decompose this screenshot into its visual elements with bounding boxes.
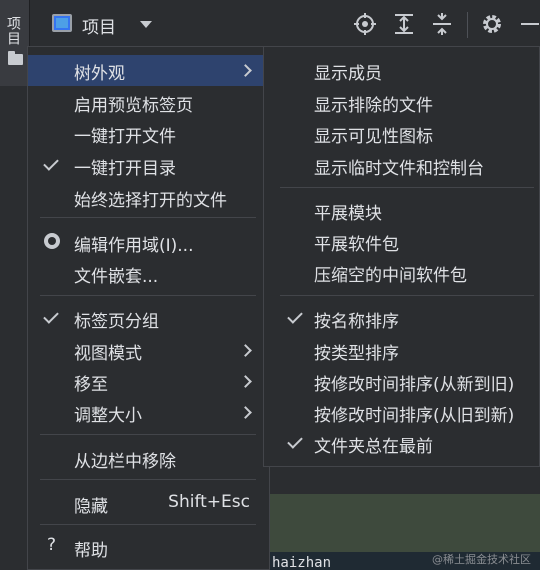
- checkmark-icon: [287, 433, 303, 449]
- submenu-item-show-members[interactable]: 显示成员: [264, 55, 539, 86]
- project-view-title[interactable]: 项目: [82, 13, 116, 38]
- tree-appearance-submenu: 显示成员 显示排除的文件 显示可见性图标 显示临时文件和控制台 平展模块 平展软…: [263, 46, 540, 467]
- chevron-right-icon: [239, 406, 252, 419]
- submenu-item-show-excluded-files[interactable]: 显示排除的文件: [264, 87, 539, 118]
- menu-item-tree-appearance[interactable]: 树外观: [28, 55, 264, 86]
- submenu-item-label: 按类型排序: [314, 344, 399, 364]
- menu-item-label: 始终选择打开的文件: [74, 191, 227, 211]
- help-icon: ?: [47, 535, 57, 555]
- project-tool-tab[interactable]: 项目: [0, 0, 29, 86]
- project-window-icon: [52, 14, 72, 32]
- project-options-menu: 树外观 启用预览标签页 一键打开文件 一键打开目录 始终选择打开的文件 编辑作用…: [27, 46, 270, 570]
- menu-separator: [40, 434, 256, 435]
- project-tool-tab-label: 项目: [5, 16, 21, 46]
- menu-separator: [280, 295, 534, 296]
- submenu-item-label: 平展模块: [314, 204, 382, 224]
- menu-separator: [40, 217, 256, 218]
- menu-item-enable-preview-tab[interactable]: 启用预览标签页: [28, 87, 264, 118]
- menu-item-label: 编辑作用域(I)...: [74, 236, 194, 256]
- shortcut-label: Shift+Esc: [168, 492, 250, 512]
- submenu-item-label: 文件夹总在最前: [314, 437, 433, 457]
- chevron-right-icon: [239, 64, 252, 77]
- submenu-item-flatten-packages[interactable]: 平展软件包: [264, 226, 539, 257]
- submenu-item-label: 显示临时文件和控制台: [314, 159, 484, 179]
- menu-item-label: 标签页分组: [74, 312, 159, 332]
- watermark: @稀土掘金技术社区: [432, 553, 531, 566]
- menu-item-resize[interactable]: 调整大小: [28, 397, 264, 428]
- menu-item-always-select-opened-file[interactable]: 始终选择打开的文件: [28, 182, 264, 213]
- chevron-right-icon: [239, 344, 252, 357]
- menu-separator: [40, 479, 256, 480]
- expand-all-icon[interactable]: [392, 12, 416, 36]
- menu-separator: [40, 524, 256, 525]
- project-toolbar: 项目: [30, 0, 540, 50]
- menu-item-view-mode[interactable]: 视图模式: [28, 335, 264, 366]
- menu-item-edit-scopes[interactable]: 编辑作用域(I)...: [28, 227, 264, 258]
- menu-item-label: 视图模式: [74, 344, 142, 364]
- submenu-item-folders-always-on-top[interactable]: 文件夹总在最前: [264, 428, 539, 459]
- checkmark-icon: [287, 308, 303, 324]
- submenu-item-label: 平展软件包: [314, 235, 399, 255]
- menu-item-label: 隐藏: [74, 497, 108, 517]
- editor-highlight-region: [270, 494, 540, 552]
- menu-item-label: 从边栏中移除: [74, 452, 176, 472]
- submenu-item-label: 显示可见性图标: [314, 127, 433, 147]
- submenu-item-sort-by-modified-oldest[interactable]: 按修改时间排序(从旧到新): [264, 397, 539, 428]
- tool-window-stripe: 项目: [0, 0, 30, 570]
- menu-item-help[interactable]: ? 帮助: [28, 532, 264, 563]
- menu-item-label: 移至: [74, 375, 108, 395]
- target-icon[interactable]: [353, 12, 377, 36]
- submenu-item-show-visibility-icons[interactable]: 显示可见性图标: [264, 118, 539, 149]
- folder-icon: [8, 51, 23, 65]
- menu-item-tab-grouping[interactable]: 标签页分组: [28, 303, 264, 334]
- menu-item-hide[interactable]: 隐藏 Shift+Esc: [28, 488, 264, 519]
- collapse-all-icon[interactable]: [430, 12, 454, 36]
- menu-item-label: 一键打开目录: [74, 159, 176, 179]
- menu-separator: [40, 295, 256, 296]
- checkmark-icon: [43, 308, 59, 324]
- submenu-item-label: 压缩空的中间软件包: [314, 266, 467, 286]
- chevron-right-icon: [239, 375, 252, 388]
- submenu-item-label: 显示成员: [314, 64, 382, 84]
- toolbar-separator: [467, 12, 468, 38]
- editor-text: haizhan: [272, 556, 332, 570]
- menu-item-open-files-single-click[interactable]: 一键打开文件: [28, 118, 264, 149]
- submenu-item-compact-middle-packages[interactable]: 压缩空的中间软件包: [264, 257, 539, 288]
- submenu-item-label: 按名称排序: [314, 312, 399, 332]
- submenu-item-sort-by-type[interactable]: 按类型排序: [264, 335, 539, 366]
- radio-selected-icon: [44, 233, 60, 249]
- submenu-item-flatten-modules[interactable]: 平展模块: [264, 195, 539, 226]
- submenu-item-label: 按修改时间排序(从新到旧): [314, 375, 515, 395]
- submenu-item-sort-by-name[interactable]: 按名称排序: [264, 303, 539, 334]
- menu-item-file-nesting[interactable]: 文件嵌套...: [28, 258, 264, 289]
- menu-item-label: 启用预览标签页: [74, 96, 193, 116]
- gear-icon[interactable]: [480, 12, 504, 36]
- menu-item-move-to[interactable]: 移至: [28, 366, 264, 397]
- chevron-down-icon[interactable]: [140, 21, 152, 28]
- menu-item-remove-from-sidebar[interactable]: 从边栏中移除: [28, 443, 264, 474]
- submenu-item-label: 显示排除的文件: [314, 96, 433, 116]
- menu-item-expand-dirs-single-click[interactable]: 一键打开目录: [28, 150, 264, 181]
- minimize-icon[interactable]: [518, 12, 540, 36]
- submenu-item-show-scratches-consoles[interactable]: 显示临时文件和控制台: [264, 150, 539, 181]
- menu-item-label: 一键打开文件: [74, 127, 176, 147]
- menu-item-label: 文件嵌套...: [74, 267, 159, 287]
- checkmark-icon: [43, 155, 59, 171]
- submenu-item-sort-by-modified-newest[interactable]: 按修改时间排序(从新到旧): [264, 366, 539, 397]
- menu-item-label: 树外观: [74, 64, 125, 84]
- menu-item-label: 调整大小: [74, 406, 142, 426]
- submenu-item-label: 按修改时间排序(从旧到新): [314, 406, 515, 426]
- menu-item-label: 帮助: [74, 541, 108, 561]
- menu-separator: [280, 187, 534, 188]
